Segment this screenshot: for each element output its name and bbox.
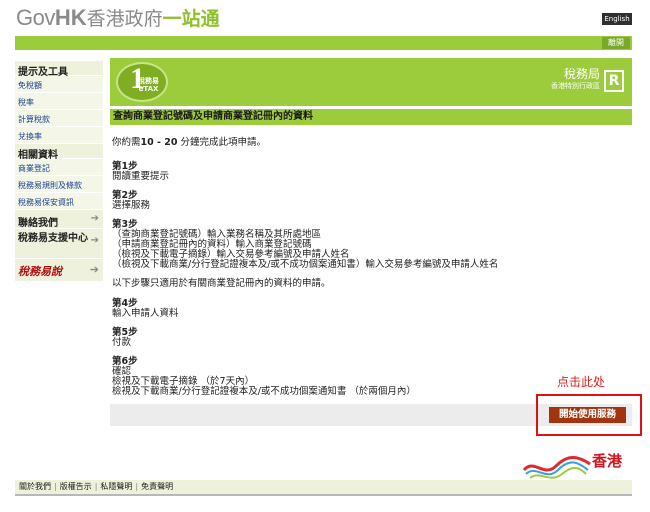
step-title: 第5步 (112, 327, 138, 338)
step-block: 第3步 （查詢商業登記號碼）輸入業務名稱及其所處地區 （申請商業登記冊內的資料）輸入… (112, 220, 632, 270)
green-nav-bar: 離開 (15, 36, 632, 50)
arrow-right-icon: ➔ (89, 263, 99, 276)
govhk-logo[interactable]: GovHK香港政府一站通 (16, 5, 220, 33)
sidebar-item-etax-talk[interactable]: 稅務易說 ➔ (15, 259, 103, 281)
step-line: 付款 (112, 337, 132, 348)
main-content: 你約需10 - 20 分鐘完成此項申請。 第1步 閱讀重要提示 第2步 選擇服務 第3步… (112, 138, 632, 406)
sidebar-item-support-centre[interactable]: 稅務易支援中心 ➔ (15, 229, 103, 259)
step-title: 第6步 (112, 356, 138, 367)
ird-name: 稅務局 香港特別行政區 (551, 67, 600, 91)
logout-button[interactable]: 離開 (602, 37, 630, 49)
footer-link-disclaimer[interactable]: 免責聲明 (141, 482, 173, 491)
arrow-right-icon: ➔ (90, 235, 99, 246)
sidebar: 提示及工具 免稅額 稅率 計算稅款 兌換率 相關資料 商業登記 稅務易規則及條款… (15, 61, 103, 281)
sidebar-item-tax-rates[interactable]: 稅率 (15, 93, 103, 110)
etax-logo-zh: 稅務易 (138, 77, 159, 85)
step-block: 第5步 付款 (112, 328, 632, 348)
etax-talk-logo: 稅務易說 (18, 265, 62, 278)
logo-hk-text: HK (54, 5, 87, 30)
step-line: 輸入申請人資料 (112, 308, 179, 319)
step-block: 第6步 確認 檢視及下載電子摘錄 （於7天內） 檢視及下載商業/分行登記證複本及/或不… (112, 357, 632, 397)
contact-us-label: 聯絡我們 (18, 218, 58, 229)
hong-kong-zh-text: 香港 (592, 452, 623, 470)
arrow-right-icon: ➔ (90, 213, 99, 224)
step-title: 第1步 (112, 161, 138, 172)
step-block: 第2步 選擇服務 (112, 191, 632, 211)
step-block: 第1步 閱讀重要提示 (112, 162, 632, 182)
step-block: 第4步 輸入申請人資料 (112, 299, 632, 319)
ird-name-sub: 香港特別行政區 (551, 82, 600, 90)
etax-logo-text: 稅務易 eTAX (138, 77, 159, 93)
sidebar-item-etax-security[interactable]: 稅務易保安資訊 (15, 193, 103, 210)
time-suffix: 分鐘完成此項申請。 (177, 137, 267, 148)
ird-name-zh: 稅務局 (563, 67, 600, 81)
sidebar-item-etax-terms[interactable]: 稅務易規則及條款 (15, 176, 103, 193)
click-here-annotation: 点击此处 (557, 375, 606, 389)
steps-group-a: 第1步 閱讀重要提示 第2步 選擇服務 第3步 （查詢商業登記號碼）輸入業務名稱及其所處地… (112, 162, 632, 270)
start-service-button[interactable]: 開始使用服務 (549, 407, 626, 423)
page-title: 查詢商業登記號碼及申請商業登記冊內的資料 (110, 109, 632, 125)
sidebar-section-related-info: 相關資料 (15, 144, 103, 161)
dragon-ribbon-icon (522, 456, 591, 479)
step-line: 選擇服務 (112, 200, 151, 211)
footer-links: 關於我們 | 版權告示 | 私隱聲明 | 免責聲明 (15, 480, 632, 494)
sidebar-item-allowances[interactable]: 免稅額 (15, 76, 103, 93)
step-title: 第2步 (112, 190, 138, 201)
etax-logo-en: eTAX (138, 85, 159, 93)
steps-note: 以下步驟只適用於有關商業登記冊內的資料的申請。 (112, 278, 331, 289)
top-bar: GovHK香港政府一站通 English (0, 0, 650, 34)
ird-logo-icon: R (604, 70, 624, 92)
footer-link-copyright[interactable]: 版權告示 (60, 482, 92, 491)
support-centre-label: 稅務易支援中心 (18, 233, 88, 244)
time-estimate: 你約需10 - 20 分鐘完成此項申請。 (112, 138, 632, 148)
footer-separator: | (54, 482, 57, 491)
step-title: 第4步 (112, 298, 138, 309)
sidebar-item-contact-us[interactable]: 聯絡我們 ➔ (15, 210, 103, 229)
footer-link-about[interactable]: 關於我們 (19, 482, 51, 491)
brand-hong-kong-logo: 香港 (522, 448, 632, 484)
sidebar-item-business-registration[interactable]: 商業登記 (15, 159, 103, 176)
etax-logo: 1 稅務易 eTAX (116, 62, 168, 102)
logo-one-stop-text: 一站通 (162, 9, 220, 30)
time-value: 10 - 20 (140, 137, 178, 148)
step-line: 閱讀重要提示 (112, 171, 170, 182)
sidebar-section-tips-tools: 提示及工具 (15, 61, 103, 78)
english-language-button[interactable]: English (602, 13, 632, 25)
steps-group-b: 第4步 輸入申請人資料 第5步 付款 第6步 確認 檢視及下載電子摘錄 （於7天內） 檢視及下… (112, 299, 632, 397)
step-line: （檢視及下載商業/分行登記證複本及/或不成功個案通知書）輸入交易參考編號及申請人… (112, 259, 499, 270)
time-prefix: 你約需 (112, 137, 141, 148)
sidebar-item-exchange-rates[interactable]: 兌換率 (15, 127, 103, 144)
sidebar-item-tax-computation[interactable]: 計算稅款 (15, 110, 103, 127)
logo-zh-text: 香港政府 (86, 9, 163, 30)
etax-banner: 1 稅務易 eTAX 稅務局 香港特別行政區 R (110, 58, 632, 106)
logo-gov-text: Gov (16, 5, 55, 30)
footer-link-privacy[interactable]: 私隱聲明 (100, 482, 132, 491)
footer-separator: | (135, 482, 139, 491)
footer-rule (15, 494, 632, 496)
